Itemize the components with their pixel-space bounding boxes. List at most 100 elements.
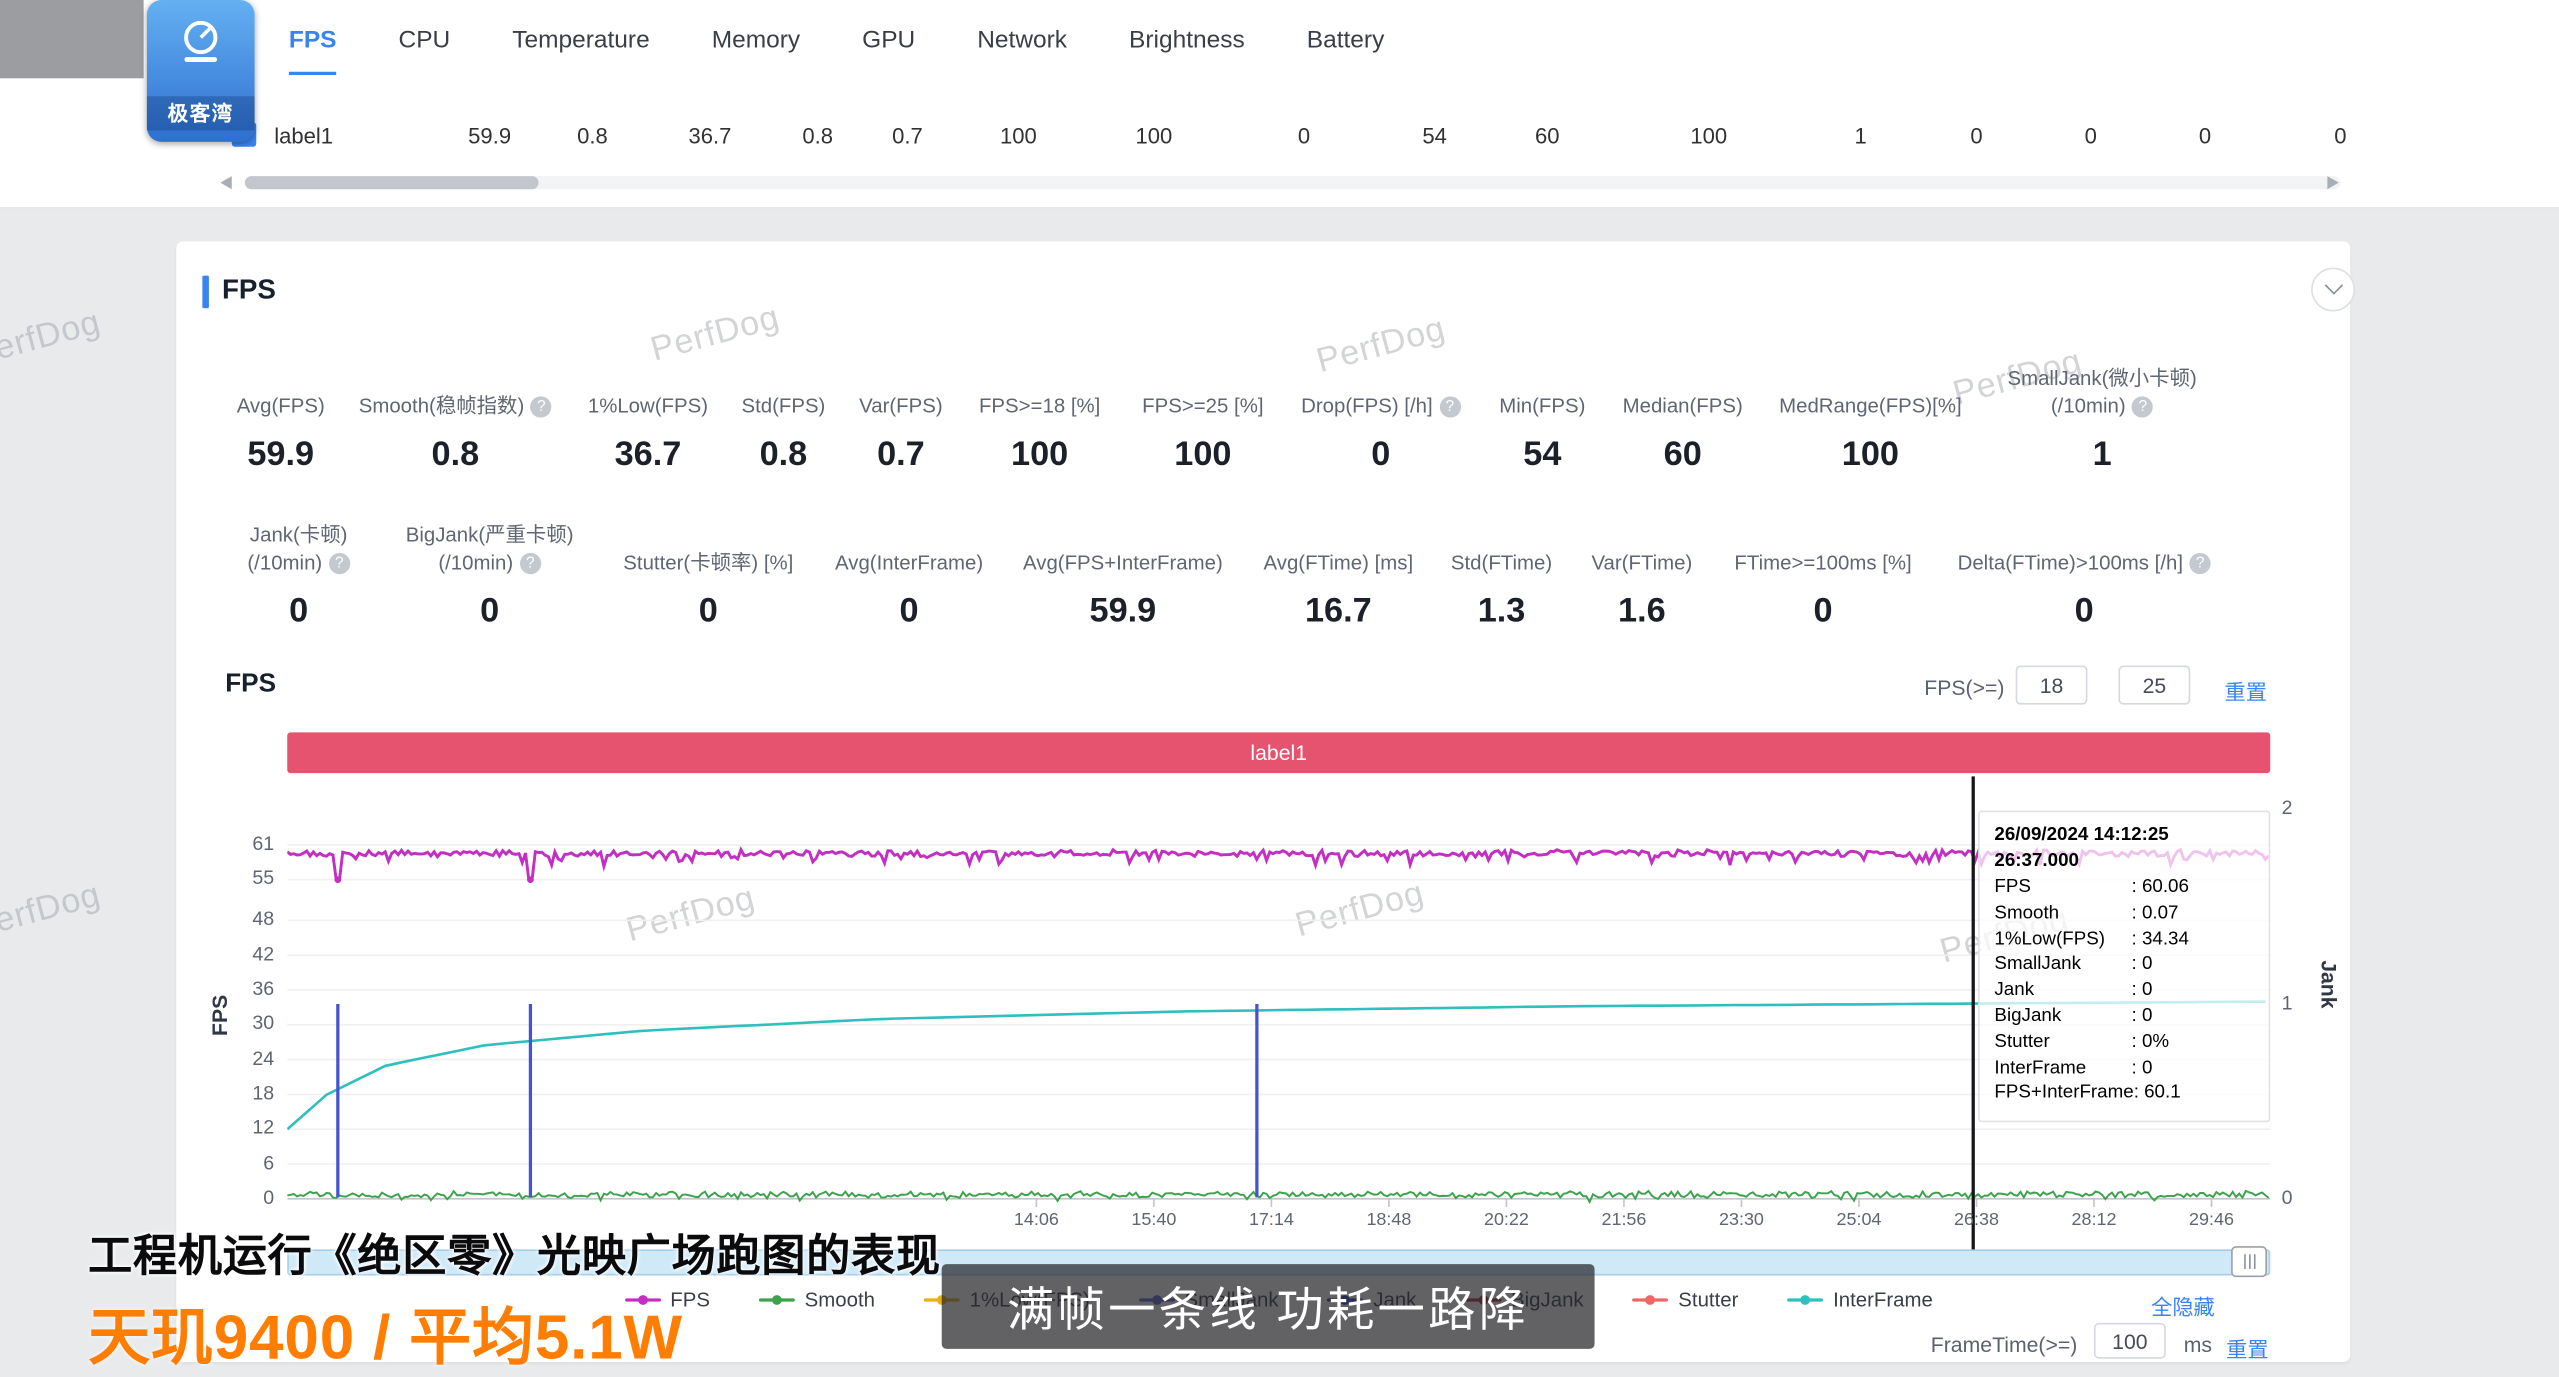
tooltip-row-label: FPS [1994, 876, 2131, 902]
metric-value: 100 [1142, 436, 1263, 475]
fps-filter-min-input[interactable] [2016, 665, 2088, 704]
tooltip-row: Smooth: 0.07 [1994, 902, 2254, 928]
tooltip-row-value: : 0 [2132, 953, 2153, 979]
tab-cpu[interactable]: CPU [399, 25, 451, 53]
metric-label-line: Stutter(卡顿率) [%] [623, 550, 793, 578]
summary-value: 0.8 [577, 124, 608, 148]
metric-label: Var(FPS) [859, 362, 943, 421]
metric-value: 100 [1779, 436, 1962, 475]
y-axis-tick-left: 55 [209, 867, 274, 890]
y-axis-tick-left: 61 [209, 832, 274, 855]
metric-label-line: (/10min)? [406, 550, 574, 578]
x-axis-tick: 25:04 [1836, 1210, 1881, 1230]
perfdog-app: FPS CPU Temperature Memory GPU Network Brightn… [0, 0, 2559, 1362]
perfdog-watermark: PerfDog [0, 303, 105, 375]
fps-filter-max-input[interactable] [2118, 665, 2190, 704]
summary-scrollbar[interactable] [245, 176, 2341, 189]
tooltip-row-label: SmallJank [1994, 953, 2131, 979]
metric-avg-ftime: Avg(FTime) [ms] 16.7 [1264, 519, 1414, 632]
metric-value: 36.7 [588, 436, 708, 475]
metric-value: 16.7 [1264, 592, 1414, 631]
y-axis-tick-left: 6 [209, 1151, 274, 1174]
legend-series-icon [1787, 1292, 1823, 1308]
metric-delta-ftime: Delta(FTime)>100ms [/h]?0 [1958, 519, 2211, 632]
tooltip-row-value: : 0% [2132, 1030, 2170, 1056]
tab-fps[interactable]: FPS [289, 25, 337, 53]
tab-gpu[interactable]: GPU [862, 25, 915, 53]
gauge-logo-icon [173, 15, 228, 67]
summary-value: 0 [2334, 124, 2346, 148]
metric-std-fps: Std(FPS)0.8 [741, 362, 825, 475]
metric-label-line: FPS>=18 [%] [979, 393, 1100, 421]
metric-label: Drop(FPS) [/h]? [1301, 362, 1460, 421]
panel-collapse-button[interactable] [2311, 268, 2355, 312]
help-icon[interactable]: ? [520, 553, 541, 574]
series-label: label1 [274, 124, 333, 148]
legend-item-label: Stutter [1678, 1289, 1738, 1312]
help-icon[interactable]: ? [531, 396, 552, 417]
fps-filter-label: FPS(>=) [1924, 675, 2004, 699]
summary-value: 100 [1690, 124, 1727, 148]
metric-label-line: Var(FTime) [1591, 550, 1692, 578]
datazoom-handle[interactable] [2231, 1246, 2267, 1277]
x-axis-tick: 29:46 [2189, 1210, 2234, 1230]
tooltip-row-value: : 60.1 [2134, 1082, 2181, 1108]
metric-low1pct-fps: 1%Low(FPS)36.7 [588, 362, 708, 475]
summary-value: 100 [1000, 124, 1037, 148]
series-banner: label1 [287, 732, 2270, 773]
summary-value: 0 [2085, 124, 2097, 148]
tab-battery[interactable]: Battery [1307, 25, 1385, 53]
help-icon[interactable]: ? [329, 553, 350, 574]
chart-tooltip: 26/09/2024 14:12:25 26:37.000 FPS: 60.06… [1978, 811, 2270, 1123]
tooltip-row-value: : 34.34 [2132, 927, 2189, 953]
metric-value: 1 [2007, 436, 2196, 475]
fps-filter-reset-link[interactable]: 重置 [2225, 675, 2267, 706]
help-icon[interactable]: ? [1439, 396, 1460, 417]
metric-value: 0 [406, 592, 574, 631]
legend-item-stutter[interactable]: Stutter [1633, 1289, 1739, 1312]
summary-value: 60 [1535, 124, 1560, 148]
tooltip-row-label: BigJank [1994, 1005, 2131, 1031]
metric-bigjank: BigJank(严重卡顿)(/10min)?0 [406, 519, 574, 632]
tab-brightness[interactable]: Brightness [1129, 25, 1245, 53]
frametime-reset-link[interactable]: 重置 [2226, 1333, 2268, 1364]
metric-min-fps: Min(FPS)54 [1499, 362, 1585, 475]
tab-temperature[interactable]: Temperature [512, 25, 649, 53]
x-axis-tick: 28:12 [2072, 1210, 2117, 1230]
metric-label-line: Avg(FPS) [237, 393, 325, 421]
metric-value: 54 [1499, 436, 1585, 475]
scroll-left-arrow-icon[interactable] [220, 176, 231, 189]
metric-label: Avg(FPS+InterFrame) [1023, 519, 1223, 578]
logo-text: 极客湾 [147, 96, 255, 127]
tooltip-row-label: FPS+InterFrame [1994, 1082, 2133, 1108]
y-axis-tick-left: 42 [209, 942, 274, 965]
x-axis-tick: 15:40 [1131, 1210, 1176, 1230]
metric-var-fps: Var(FPS)0.7 [859, 362, 943, 475]
tab-network[interactable]: Network [977, 25, 1067, 53]
tooltip-row: FPS+InterFrame: 60.1 [1994, 1082, 2254, 1108]
tab-memory[interactable]: Memory [712, 25, 800, 53]
metric-value: 0 [1958, 592, 2211, 631]
scrollbar-thumb[interactable] [245, 176, 539, 189]
tooltip-row-label: 1%Low(FPS) [1994, 927, 2131, 953]
tooltip-row: Jank: 0 [1994, 979, 2254, 1005]
metric-avg-fps-interframe: Avg(FPS+InterFrame)59.9 [1023, 519, 1223, 632]
legend-series-icon [1633, 1292, 1669, 1308]
metric-label-line: MedRange(FPS)[%] [1779, 393, 1962, 421]
frametime-input[interactable] [2094, 1323, 2166, 1359]
legend-item-smooth[interactable]: Smooth [759, 1289, 875, 1312]
metric-medrange-fps: MedRange(FPS)[%] 100 [1779, 362, 1962, 475]
metric-label-line: Std(FPS) [741, 393, 825, 421]
tooltip-row: InterFrame: 0 [1994, 1056, 2254, 1082]
legend-item-interframe[interactable]: InterFrame [1787, 1289, 1932, 1312]
summary-value: 0.7 [892, 124, 923, 148]
scroll-right-arrow-icon[interactable] [2327, 176, 2338, 189]
metric-label: Avg(FTime) [ms] [1264, 519, 1414, 578]
metric-label: Avg(InterFrame) [835, 519, 983, 578]
metric-label-line: Avg(FPS+InterFrame) [1023, 550, 1223, 578]
hide-all-link[interactable]: 全隐藏 [2151, 1290, 2215, 1321]
metric-label-line: Jank(卡顿) [247, 522, 350, 550]
y-axis-name-right: Jank [2316, 960, 2340, 1008]
help-icon[interactable]: ? [2190, 553, 2211, 574]
help-icon[interactable]: ? [2132, 396, 2153, 417]
